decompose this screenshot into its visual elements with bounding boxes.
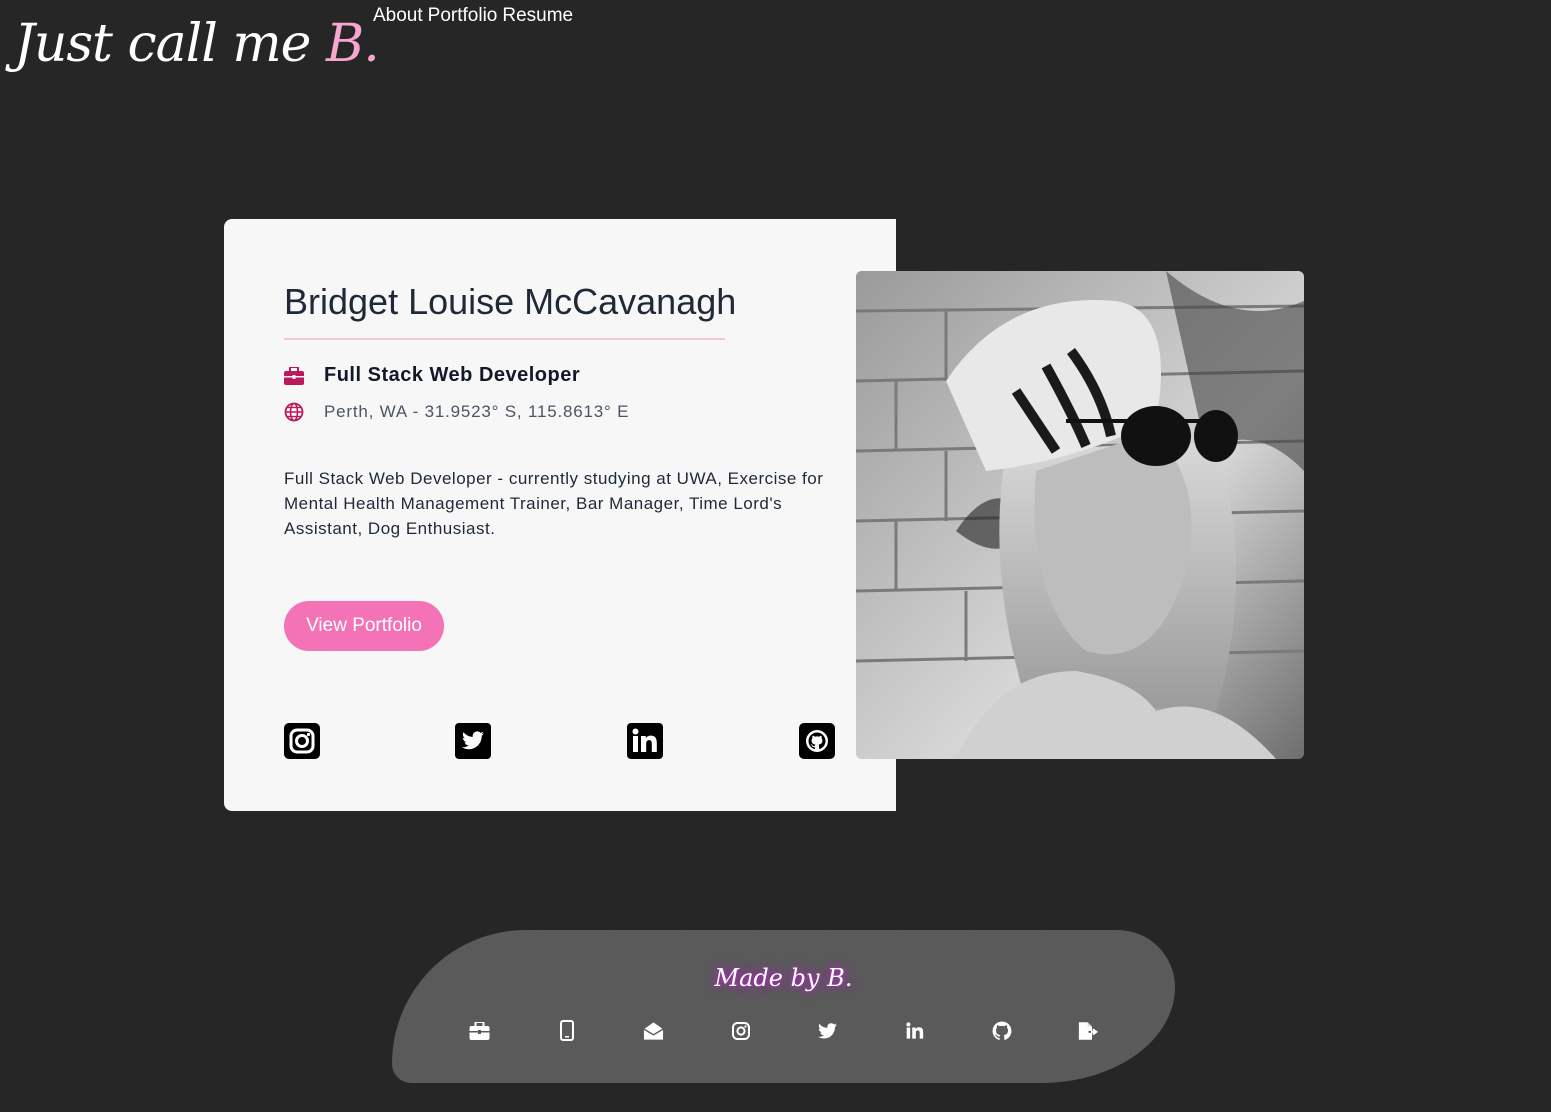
nav-portfolio-link[interactable]: Portfolio — [428, 5, 498, 27]
github-icon[interactable] — [799, 723, 835, 759]
location-row: Perth, WA - 31.9523° S, 115.8613° E — [284, 402, 629, 422]
logo-accent: B. — [325, 14, 380, 74]
nav-about-link[interactable]: About — [373, 5, 423, 27]
phone-icon[interactable] — [556, 1020, 577, 1041]
site-logo[interactable]: Just call me B. — [14, 12, 380, 76]
twitter-icon[interactable] — [455, 723, 491, 759]
job-title: Full Stack Web Developer — [324, 364, 581, 386]
nav-resume-link[interactable]: Resume — [502, 5, 573, 27]
main-nav: About Portfolio Resume — [373, 5, 573, 27]
globe-icon — [284, 402, 304, 422]
briefcase-icon[interactable] — [469, 1020, 490, 1041]
footer-icon-row — [469, 1020, 1099, 1041]
site-footer: Made by B. — [392, 930, 1175, 1083]
instagram-icon[interactable] — [284, 723, 320, 759]
name-divider — [284, 338, 725, 340]
logo-text: Just call me — [14, 14, 326, 74]
profile-photo — [856, 271, 1304, 759]
resume-icon[interactable] — [1078, 1020, 1099, 1041]
bio-text: Full Stack Web Developer - currently stu… — [284, 469, 824, 538]
linkedin-icon[interactable] — [627, 723, 663, 759]
profile-name: Bridget Louise McCavanagh — [284, 281, 737, 322]
mail-open-icon[interactable] — [643, 1020, 664, 1041]
location-text: Perth, WA - 31.9523° S, 115.8613° E — [324, 402, 630, 421]
linkedin-icon[interactable] — [904, 1020, 925, 1041]
instagram-icon[interactable] — [730, 1020, 751, 1041]
twitter-icon[interactable] — [817, 1020, 838, 1041]
job-title-row: Full Stack Web Developer — [284, 364, 580, 387]
made-by-tagline: Made by B. — [714, 964, 853, 992]
briefcase-icon — [284, 366, 304, 386]
view-portfolio-button[interactable]: View Portfolio — [284, 601, 444, 651]
github-icon[interactable] — [991, 1020, 1012, 1041]
profile-card: Bridget Louise McCavanagh Full Stack Web… — [224, 219, 896, 811]
